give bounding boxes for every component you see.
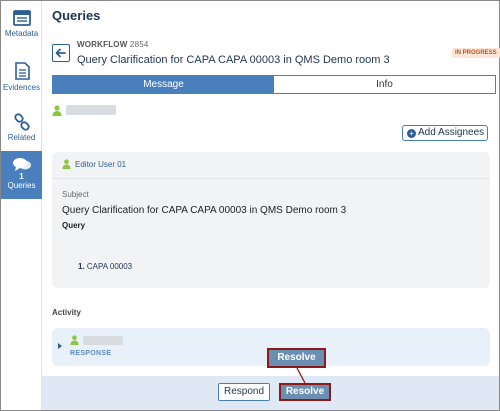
- user-icon: [62, 159, 71, 169]
- subject-label: Subject: [62, 190, 89, 199]
- sidebar-item-queries[interactable]: 1 Queries: [1, 151, 42, 199]
- tab-info[interactable]: Info: [274, 76, 495, 93]
- sidebar-item-evidences[interactable]: Evidences: [1, 58, 42, 108]
- sidebar-item-label: Related: [7, 133, 36, 142]
- sidebar: Metadata Evidences Related 1 Queries: [1, 1, 42, 410]
- activity-heading: Activity: [52, 308, 81, 317]
- arrow-left-icon: [55, 48, 66, 58]
- message-author: Editor User 01: [62, 159, 126, 169]
- divider: [52, 178, 490, 179]
- tab-bar: Message Info: [52, 75, 496, 94]
- response-tag: RESPONSE: [70, 350, 112, 357]
- chat-icon: [12, 158, 31, 171]
- page-title: Queries: [52, 8, 101, 23]
- tab-message[interactable]: Message: [53, 76, 274, 93]
- sidebar-item-label: Queries: [7, 181, 36, 190]
- workflow-title: Query Clarification for CAPA CAPA 00003 …: [77, 54, 390, 66]
- add-assignees-label: Add Assignees: [418, 127, 485, 138]
- workflow-label: WORKFLOW 2854: [77, 40, 149, 49]
- user-icon: [70, 335, 79, 345]
- link-icon: [13, 113, 30, 131]
- resolve-callout: Resolve: [267, 348, 326, 368]
- assignee-row: [52, 104, 116, 116]
- query-item-number: 1.: [78, 262, 85, 271]
- resolve-button[interactable]: Resolve: [279, 383, 331, 401]
- user-icon: [52, 104, 62, 116]
- redacted-username: [83, 335, 123, 345]
- query-item-text: CAPA 00003: [86, 262, 133, 271]
- sidebar-item-label: Metadata: [4, 29, 39, 38]
- status-badge: IN PROGRESS: [452, 48, 500, 58]
- back-button[interactable]: [52, 44, 70, 62]
- query-list-item: 1. CAPA 00003: [78, 262, 132, 271]
- plus-circle-icon: +: [407, 129, 416, 138]
- queries-count: 1: [19, 172, 24, 181]
- metadata-icon: [12, 10, 31, 26]
- add-assignees-button[interactable]: + Add Assignees: [402, 125, 488, 141]
- workflow-number: 2854: [129, 40, 149, 49]
- query-label: Query: [62, 221, 86, 230]
- author-name: Editor User 01: [75, 159, 127, 169]
- respond-button[interactable]: Respond: [218, 383, 270, 401]
- action-footer: [42, 376, 499, 410]
- sidebar-item-metadata[interactable]: Metadata: [1, 5, 42, 55]
- activity-user: [70, 335, 123, 345]
- message-card: Editor User 01 Subject Query Clarificati…: [52, 152, 490, 288]
- expand-caret-icon[interactable]: [58, 343, 62, 349]
- workflow-label-text: WORKFLOW: [77, 40, 128, 49]
- subject-text: Query Clarification for CAPA CAPA 00003 …: [62, 205, 347, 216]
- redacted-username: [66, 105, 116, 115]
- evidences-icon: [14, 62, 30, 80]
- sidebar-item-label: Evidences: [3, 83, 40, 92]
